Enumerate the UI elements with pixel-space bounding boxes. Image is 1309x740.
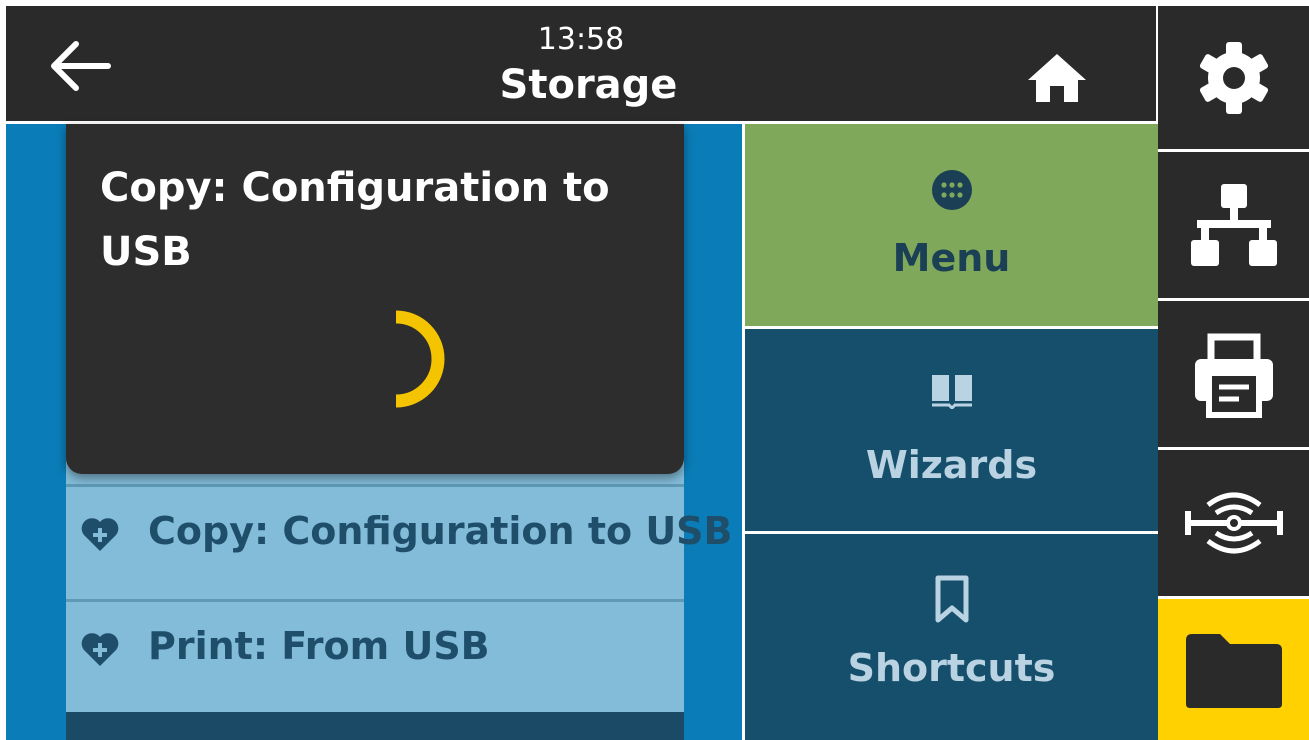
bookmark-icon [745,574,1158,629]
sidebar-item-settings[interactable] [1158,6,1309,149]
home-icon [1028,54,1086,102]
heart-plus-icon [81,633,119,666]
clock: 13:58 [537,22,625,57]
shortcuts-button[interactable]: Shortcuts [745,534,1158,740]
printer-icon [1194,333,1273,418]
grid-dots-icon [745,168,1158,217]
list-footer [66,712,684,740]
sidebar-item-network[interactable] [1158,152,1309,298]
gear-icon [1199,41,1268,114]
top-bar: 13:58 Storage [6,6,1156,121]
heart-plus-icon [81,518,119,551]
sensor-icon [1184,492,1283,554]
list-item[interactable]: Copy: Configuration to USB [66,484,733,599]
right-sidebar [1158,6,1309,740]
wizards-button[interactable]: Wizards [745,329,1158,531]
folder-icon [1185,633,1282,708]
list-item[interactable]: Print: From USB [66,599,684,714]
list-item-label: Print: From USB [148,624,490,668]
wizards-label: Wizards [865,443,1038,487]
page-title: Storage [499,62,678,108]
dialog-title: Copy: Configuration to USB [100,165,610,275]
list-item-label: Copy: Configuration to USB [148,509,733,553]
loading-spinner-icon [395,310,445,408]
progress-dialog: Copy: Configuration to USB [66,124,684,474]
network-icon [1190,184,1277,266]
open-book-icon [745,369,1158,414]
sidebar-item-print[interactable] [1158,301,1309,447]
printer-screen: 13:58 Storage Copy: Configuration to USB [0,0,1309,740]
sidebar-item-storage[interactable] [1158,599,1309,740]
nav-panel: Menu Wizards Shortcuts [742,124,1158,740]
menu-label: Menu [892,236,1011,280]
sidebar-item-sensor[interactable] [1158,450,1309,596]
home-button[interactable] [1026,52,1088,104]
menu-button[interactable]: Menu [745,124,1158,326]
shortcuts-label: Shortcuts [847,646,1056,690]
